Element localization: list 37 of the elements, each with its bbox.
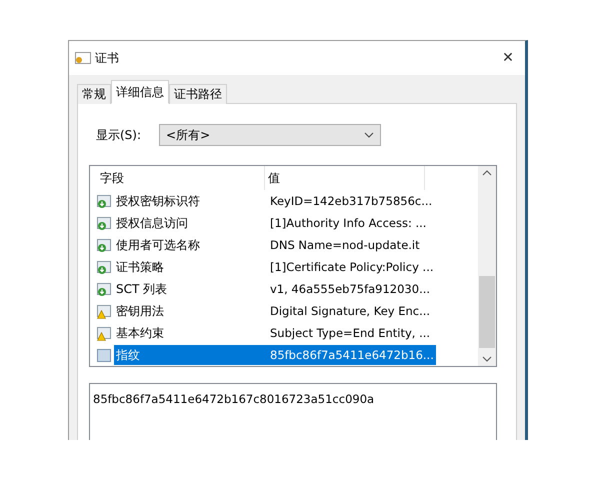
field-name[interactable]: 基本约束 bbox=[114, 323, 264, 343]
certificate-warning-icon bbox=[97, 326, 112, 340]
tab[interactable]: 证书路径 bbox=[169, 84, 227, 104]
certificate-extension-icon bbox=[97, 282, 112, 296]
certificate-extension-icon bbox=[97, 194, 112, 208]
field-name[interactable]: 授权信息访问 bbox=[114, 213, 264, 233]
certificate-extension-icon bbox=[97, 238, 112, 252]
column-header[interactable]: 字段 bbox=[97, 166, 265, 190]
property-icon bbox=[97, 348, 112, 362]
field-name[interactable]: 密钥用法 bbox=[114, 301, 264, 321]
field-name[interactable]: 授权密钥标识符 bbox=[114, 191, 264, 211]
tab[interactable]: 常规 bbox=[77, 84, 111, 104]
certificate-icon bbox=[75, 51, 91, 65]
column-header[interactable]: 值 bbox=[265, 166, 425, 190]
detail-field[interactable]: 85fbc86f7a5411e6472b167c8016723a51cc090a bbox=[89, 383, 497, 440]
field-value[interactable]: Subject Type=End Entity, ... bbox=[264, 323, 436, 343]
field-name[interactable]: 指纹 bbox=[114, 345, 264, 365]
scrollbar-thumb[interactable] bbox=[479, 276, 495, 348]
show-dropdown[interactable]: <所有> bbox=[159, 124, 382, 146]
field-value[interactable]: [1]Certificate Policy:Policy ... bbox=[264, 257, 436, 277]
field-value[interactable]: Digital Signature, Key Enc... bbox=[264, 301, 436, 321]
field-name[interactable]: 使用者可选名称 bbox=[114, 235, 264, 255]
certificate-extension-icon bbox=[97, 260, 112, 274]
certificate-extension-icon bbox=[97, 216, 112, 230]
certificate-warning-icon bbox=[97, 304, 112, 318]
tab[interactable]: 详细信息 bbox=[111, 80, 169, 104]
field-value[interactable]: [1]Authority Info Access: ... bbox=[264, 213, 436, 233]
close-button[interactable]: ✕ bbox=[491, 43, 525, 73]
field-value[interactable]: KeyID=142eb317b75856c... bbox=[264, 191, 436, 211]
window-title: 证书 bbox=[95, 50, 120, 66]
field-value[interactable]: 85fbc86f7a5411e6472b16... bbox=[264, 345, 436, 365]
show-label: 显示(S): bbox=[96, 126, 142, 144]
field-name[interactable]: 证书策略 bbox=[114, 257, 264, 277]
field-value[interactable]: v1, 46a555eb75fa912030... bbox=[264, 279, 436, 299]
chevron-down-icon bbox=[364, 132, 374, 138]
field-value[interactable]: DNS Name=nod-update.it bbox=[264, 235, 436, 255]
field-name[interactable]: SCT 列表 bbox=[114, 279, 264, 299]
